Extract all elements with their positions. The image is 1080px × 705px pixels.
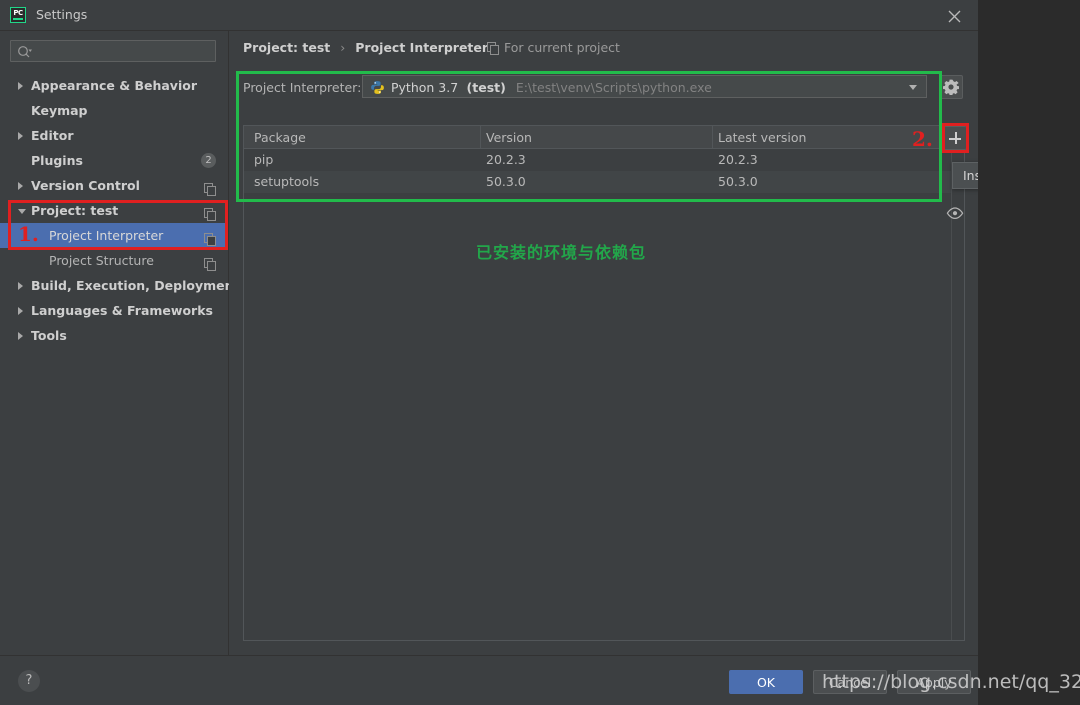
pycharm-logo-text: PC xyxy=(13,9,23,17)
search-input[interactable] xyxy=(10,40,216,62)
cell-latest: 50.3.0 xyxy=(718,174,758,189)
for-current-project: For current project xyxy=(487,40,620,55)
column-header-package[interactable]: Package xyxy=(254,130,306,145)
sidebar-item-label: Version Control xyxy=(31,178,140,193)
sidebar-item-label: Project Interpreter xyxy=(49,228,164,243)
table-row[interactable]: pip 20.2.3 20.2.3 xyxy=(244,149,964,171)
python-icon xyxy=(370,80,385,98)
sidebar-item-badge: 2 xyxy=(201,153,216,168)
chevron-right-icon[interactable] xyxy=(18,282,23,290)
install-tooltip: InstallAlt+Insert xyxy=(952,162,978,189)
show-early-releases-button[interactable] xyxy=(943,204,967,224)
breadcrumb: Project: test › Project Interpreter xyxy=(243,40,488,55)
interpreter-env: (test) xyxy=(466,80,506,95)
sidebar-item-plugins[interactable]: Plugins 2 xyxy=(0,148,228,173)
settings-sidebar: Appearance & Behavior Keymap Editor Plugins… xyxy=(0,31,239,655)
sidebar-item-version-control[interactable]: Version Control xyxy=(0,173,228,198)
cell-latest: 20.2.3 xyxy=(718,152,758,167)
tooltip-action: Install xyxy=(963,168,978,183)
title-bar: PC Settings xyxy=(0,0,978,31)
chevron-down-icon[interactable] xyxy=(18,209,26,214)
plus-icon-h xyxy=(949,138,961,140)
settings-tree: Appearance & Behavior Keymap Editor Plugins… xyxy=(0,73,239,348)
search-icon xyxy=(17,45,33,62)
pycharm-logo-bar xyxy=(13,18,23,20)
close-icon[interactable] xyxy=(938,5,970,27)
chevron-down-icon[interactable] xyxy=(909,85,917,90)
interpreter-value: Python 3.7 (test) E:\test\venv\Scripts\p… xyxy=(391,80,712,95)
sidebar-item-label: Plugins xyxy=(31,153,83,168)
chevron-right-icon[interactable] xyxy=(18,182,23,190)
sidebar-item-tools[interactable]: Tools xyxy=(0,323,228,348)
sidebar-item-project-interpreter[interactable]: Project Interpreter xyxy=(0,223,228,248)
table-row[interactable]: setuptools 50.3.0 50.3.0 xyxy=(244,171,964,193)
install-package-button[interactable] xyxy=(943,126,967,150)
window-title: Settings xyxy=(36,7,88,22)
sidebar-item-build-execution-deployment[interactable]: Build, Execution, Deployment xyxy=(0,273,239,298)
ok-button[interactable]: OK xyxy=(729,670,803,694)
copy-icon xyxy=(487,42,500,58)
sidebar-item-label: Project Structure xyxy=(49,253,154,268)
chevron-right-icon[interactable] xyxy=(18,82,23,90)
sidebar-item-project-structure[interactable]: Project Structure xyxy=(0,248,228,273)
pycharm-logo-icon: PC xyxy=(10,7,26,23)
chevron-right-icon[interactable] xyxy=(18,132,23,140)
main-panel: Project: test › Project Interpreter For … xyxy=(229,31,978,655)
chevron-right-icon[interactable] xyxy=(18,307,23,315)
sidebar-item-label: Tools xyxy=(31,328,67,343)
cell-package: pip xyxy=(254,152,274,167)
cell-version: 50.3.0 xyxy=(486,174,526,189)
watermark-text: https://blog.csdn.net/qq_32892383 xyxy=(822,671,1080,693)
packages-table-header: Package Version Latest version xyxy=(244,126,964,149)
help-button[interactable]: ? xyxy=(18,670,40,692)
column-divider[interactable] xyxy=(712,126,713,149)
packages-table: Package Version Latest version pip 20.2.3… xyxy=(243,125,965,641)
column-divider[interactable] xyxy=(480,126,481,149)
column-header-version[interactable]: Version xyxy=(486,130,532,145)
sidebar-item-editor[interactable]: Editor xyxy=(0,123,228,148)
breadcrumb-current: Project Interpreter xyxy=(355,40,489,55)
breadcrumb-parent[interactable]: Project: test xyxy=(243,40,330,55)
sidebar-item-label: Project: test xyxy=(31,203,119,218)
sidebar-item-keymap[interactable]: Keymap xyxy=(0,98,228,123)
cell-version: 20.2.3 xyxy=(486,152,526,167)
interpreter-settings-gear-button[interactable] xyxy=(939,75,963,99)
interpreter-label: Project Interpreter: xyxy=(243,80,362,95)
sidebar-item-label: Languages & Frameworks xyxy=(31,303,213,318)
annotation-note-chinese: 已安装的环境与依赖包 xyxy=(476,243,647,262)
interpreter-name: Python 3.7 xyxy=(391,80,459,95)
cell-package: setuptools xyxy=(254,174,320,189)
interpreter-path: E:\test\venv\Scripts\python.exe xyxy=(515,80,712,95)
sidebar-item-label: Keymap xyxy=(31,103,88,118)
interpreter-dropdown[interactable]: Python 3.7 (test) E:\test\venv\Scripts\p… xyxy=(362,75,927,98)
sidebar-item-appearance-behavior[interactable]: Appearance & Behavior xyxy=(0,73,228,98)
breadcrumb-separator: › xyxy=(340,40,346,55)
settings-dialog: PC Settings Appearance & Behavior Keymap E… xyxy=(0,0,978,705)
for-current-project-label: For current project xyxy=(504,40,620,55)
column-header-latest-version[interactable]: Latest version xyxy=(718,130,806,145)
sidebar-item-label: Appearance & Behavior xyxy=(31,78,197,93)
sidebar-item-label: Build, Execution, Deployment xyxy=(31,278,240,293)
sidebar-item-project-test[interactable]: Project: test xyxy=(0,198,228,223)
sidebar-item-label: Editor xyxy=(31,128,74,143)
sidebar-item-languages-frameworks[interactable]: Languages & Frameworks xyxy=(0,298,228,323)
chevron-right-icon[interactable] xyxy=(18,332,23,340)
